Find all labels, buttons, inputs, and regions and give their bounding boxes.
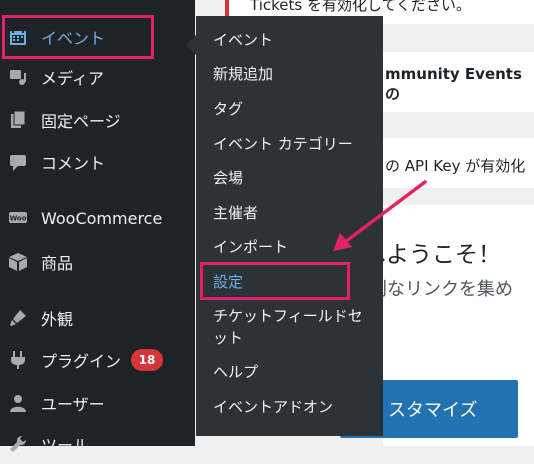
annotation-arrow	[333, 180, 427, 251]
